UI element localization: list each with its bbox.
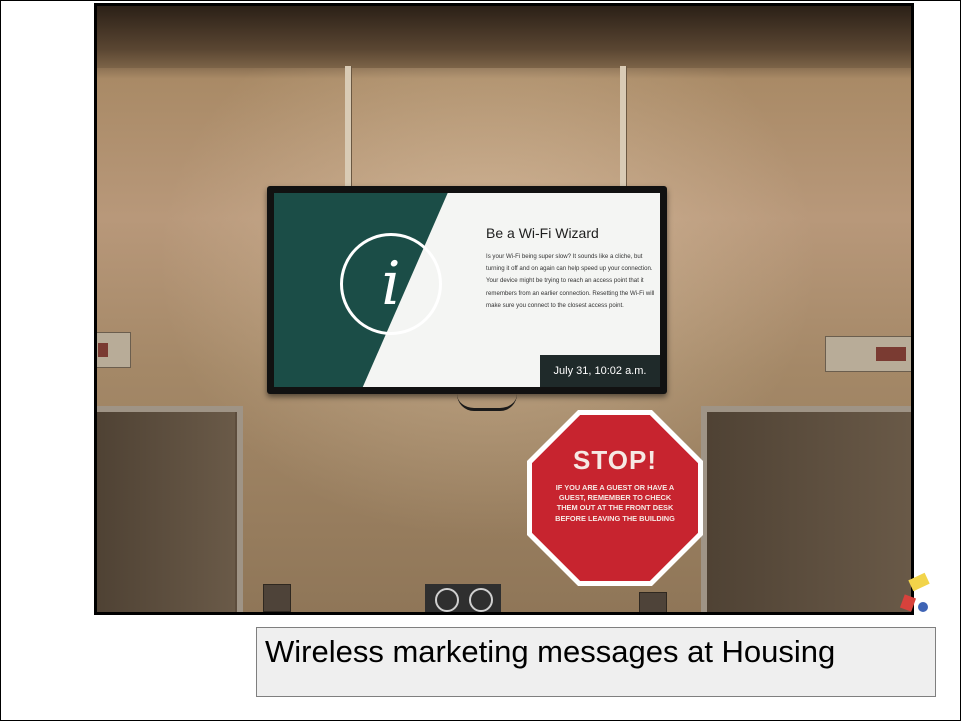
exit-sign (425, 584, 501, 612)
wall-outlet (639, 592, 667, 612)
caption-box: Wireless marketing messages at Housing (256, 627, 936, 697)
elevator-door (707, 412, 911, 612)
tv-body-text: Is your Wi-Fi being super slow? It sound… (486, 253, 655, 309)
ceiling (97, 6, 911, 68)
right-conduit (620, 66, 626, 196)
caption-text: Wireless marketing messages at Housing (265, 634, 836, 669)
wall-outlet (263, 584, 291, 612)
right-elevator (701, 406, 911, 612)
elevator-call-panel (825, 336, 911, 372)
tv-screen: i Be a Wi-Fi Wizard Is your Wi-Fi being … (274, 193, 660, 387)
photo: i Be a Wi-Fi Wizard Is your Wi-Fi being … (94, 3, 914, 615)
elevator-door (97, 412, 235, 612)
tv-display: i Be a Wi-Fi Wizard Is your Wi-Fi being … (267, 186, 667, 394)
tv-cable (457, 394, 517, 411)
stop-text: IF YOU ARE A GUEST OR HAVE A GUEST, REME… (555, 483, 675, 523)
info-glyph: i (381, 249, 401, 319)
stop-sign-face: STOP! IF YOU ARE A GUEST OR HAVE A GUEST… (532, 415, 698, 581)
left-conduit (345, 66, 351, 196)
elevator-call-panel (97, 332, 131, 368)
stop-sign: STOP! IF YOU ARE A GUEST OR HAVE A GUEST… (527, 410, 703, 586)
left-elevator (97, 406, 243, 612)
tv-timestamp: July 31, 10:02 a.m. (540, 355, 660, 387)
tv-title: Be a Wi-Fi Wizard (486, 225, 599, 241)
stop-title: STOP! (573, 445, 657, 475)
